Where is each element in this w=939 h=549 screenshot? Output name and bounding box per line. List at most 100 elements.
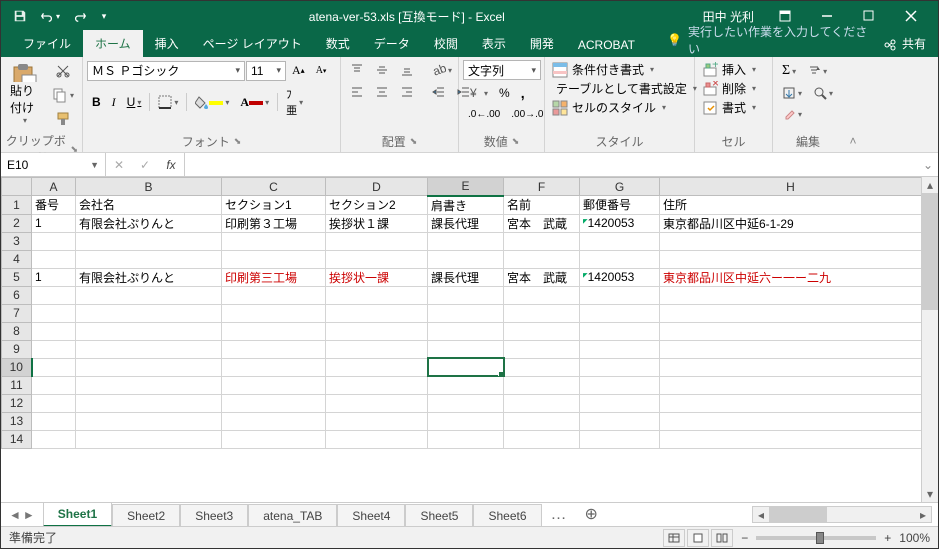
cell-H4[interactable] xyxy=(660,250,922,268)
cell-B5[interactable]: 有限会社ぷりんと xyxy=(76,268,222,286)
cell-E7[interactable] xyxy=(428,304,504,322)
find-select-button[interactable]: ▾ xyxy=(808,83,838,103)
cell-H8[interactable] xyxy=(660,322,922,340)
col-header-D[interactable]: D xyxy=(326,178,428,196)
cell-D12[interactable] xyxy=(326,394,428,412)
format-cells-button[interactable]: 書式▾ xyxy=(699,98,768,117)
cell-B2[interactable]: 有限会社ぷりんと xyxy=(76,214,222,232)
cell-E13[interactable] xyxy=(428,412,504,430)
cell-C13[interactable] xyxy=(222,412,326,430)
cell-C6[interactable] xyxy=(222,286,326,304)
col-header-H[interactable]: H xyxy=(660,178,922,196)
insert-cells-button[interactable]: +挿入▾ xyxy=(699,60,768,79)
bold-button[interactable]: B xyxy=(87,92,106,112)
horizontal-scrollbar[interactable]: ◂ ▸ xyxy=(752,506,932,523)
cell-G11[interactable] xyxy=(580,376,660,394)
cell-G7[interactable] xyxy=(580,304,660,322)
paste-button[interactable]: 貼り付け▾ xyxy=(5,60,43,128)
cell-C10[interactable] xyxy=(222,358,326,376)
scroll-right-button[interactable]: ▸ xyxy=(915,507,931,522)
cell-G4[interactable] xyxy=(580,250,660,268)
cell-B7[interactable] xyxy=(76,304,222,322)
select-all-corner[interactable] xyxy=(2,178,32,196)
cell-E10[interactable] xyxy=(428,358,504,376)
grow-font-button[interactable]: A▴ xyxy=(287,60,310,81)
cell-styles-button[interactable]: セルのスタイル▾ xyxy=(549,98,690,117)
italic-button[interactable]: I xyxy=(107,92,121,113)
insert-function-button[interactable]: fx xyxy=(158,153,184,176)
cell-B9[interactable] xyxy=(76,340,222,358)
conditional-formatting-button[interactable]: 条件付き書式▾ xyxy=(549,60,690,79)
font-launcher[interactable]: ⬊ xyxy=(234,136,242,147)
cell-F3[interactable] xyxy=(504,232,580,250)
scroll-up-button[interactable]: ▴ xyxy=(922,177,938,193)
cell-A14[interactable] xyxy=(32,430,76,448)
share-button[interactable]: 共有 xyxy=(872,30,938,57)
cell-D4[interactable] xyxy=(326,250,428,268)
tabs-more[interactable]: … xyxy=(542,504,576,526)
tab-data[interactable]: データ xyxy=(362,30,422,57)
spreadsheet-grid[interactable]: ABCDEFGH1番号会社名セクション1セクション2肩書き名前郵便番号住所21有… xyxy=(1,177,922,449)
tab-home[interactable]: ホーム xyxy=(83,30,143,57)
increase-decimal-button[interactable]: .0←.00 xyxy=(463,106,505,123)
cell-C11[interactable] xyxy=(222,376,326,394)
scroll-left-button[interactable]: ◂ xyxy=(753,507,769,522)
cell-E4[interactable] xyxy=(428,250,504,268)
cell-A8[interactable] xyxy=(32,322,76,340)
cell-F2[interactable]: 宮本 武蔵 xyxy=(504,214,580,232)
row-header-7[interactable]: 7 xyxy=(2,304,32,322)
col-header-A[interactable]: A xyxy=(32,178,76,196)
cell-G1[interactable]: 郵便番号 xyxy=(580,196,660,215)
cell-H11[interactable] xyxy=(660,376,922,394)
col-header-B[interactable]: B xyxy=(76,178,222,196)
name-box[interactable]: E10▼ xyxy=(1,153,106,176)
sheet-tab-Sheet1[interactable]: Sheet1 xyxy=(43,502,112,526)
autosum-button[interactable]: Σ▾ xyxy=(777,60,801,82)
cell-D14[interactable] xyxy=(326,430,428,448)
cell-D6[interactable] xyxy=(326,286,428,304)
page-layout-view-button[interactable] xyxy=(687,529,709,547)
cell-E3[interactable] xyxy=(428,232,504,250)
font-name-combo[interactable]: ＭＳ Ｐゴシック▾ xyxy=(87,61,245,81)
cell-B6[interactable] xyxy=(76,286,222,304)
normal-view-button[interactable] xyxy=(663,529,685,547)
cell-C4[interactable] xyxy=(222,250,326,268)
cell-E8[interactable] xyxy=(428,322,504,340)
cell-A12[interactable] xyxy=(32,394,76,412)
sheet-tab-Sheet5[interactable]: Sheet5 xyxy=(405,504,473,526)
tab-nav[interactable]: ◄► xyxy=(1,508,43,522)
row-header-4[interactable]: 4 xyxy=(2,250,32,268)
cell-A10[interactable] xyxy=(32,358,76,376)
cell-E2[interactable]: 課長代理 xyxy=(428,214,504,232)
qat-customize[interactable]: ▾ xyxy=(97,5,111,27)
delete-cells-button[interactable]: ×削除▾ xyxy=(699,79,768,98)
cell-E9[interactable] xyxy=(428,340,504,358)
cell-B11[interactable] xyxy=(76,376,222,394)
align-launcher[interactable]: ⬊ xyxy=(410,136,418,147)
cell-D2[interactable]: 挨拶状１課 xyxy=(326,214,428,232)
col-header-F[interactable]: F xyxy=(504,178,580,196)
col-header-G[interactable]: G xyxy=(580,178,660,196)
cell-G10[interactable] xyxy=(580,358,660,376)
copy-button[interactable]: ▾ xyxy=(47,84,79,106)
cell-D13[interactable] xyxy=(326,412,428,430)
cell-H2[interactable]: 東京都品川区中延6-1-29 xyxy=(660,214,922,232)
collapse-ribbon-button[interactable]: ˄ xyxy=(843,57,863,152)
tab-pagelayout[interactable]: ページ レイアウト xyxy=(191,30,314,57)
border-button[interactable]: ▾ xyxy=(153,92,183,112)
cancel-formula-button[interactable]: ✕ xyxy=(106,153,132,176)
phonetic-button[interactable]: ﾌ亜▾ xyxy=(281,83,308,121)
cell-F5[interactable]: 宮本 武蔵 xyxy=(504,268,580,286)
format-painter-button[interactable] xyxy=(47,108,79,130)
cell-D8[interactable] xyxy=(326,322,428,340)
sheet-tab-Sheet2[interactable]: Sheet2 xyxy=(112,504,180,526)
cell-A7[interactable] xyxy=(32,304,76,322)
enter-formula-button[interactable]: ✓ xyxy=(132,153,158,176)
cell-G6[interactable] xyxy=(580,286,660,304)
expand-formula-bar[interactable]: ⌄ xyxy=(918,158,938,172)
cell-H3[interactable] xyxy=(660,232,922,250)
tab-view[interactable]: 表示 xyxy=(470,30,518,57)
cell-C8[interactable] xyxy=(222,322,326,340)
redo-button[interactable] xyxy=(67,5,93,27)
cell-H10[interactable] xyxy=(660,358,922,376)
